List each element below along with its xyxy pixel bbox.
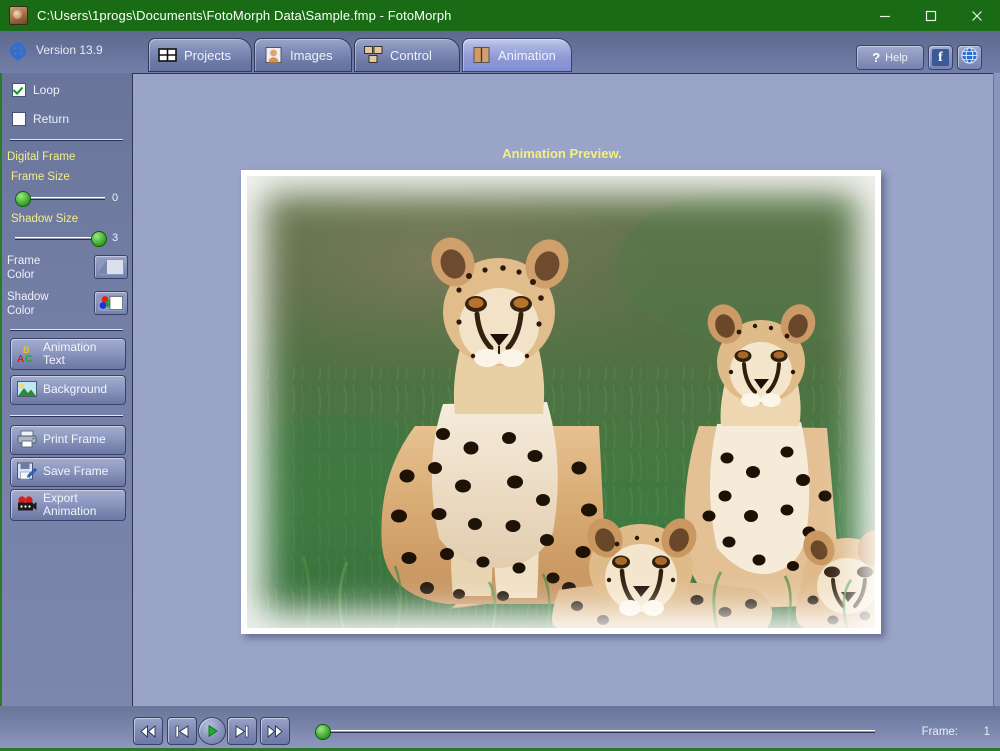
tab-label: Images <box>290 47 333 63</box>
export-animation-button[interactable]: Export Animation <box>10 489 126 521</box>
divider <box>10 415 123 417</box>
animation-split-icon <box>472 46 491 64</box>
shadow-color-swatch[interactable] <box>94 291 128 315</box>
shadow-color-label-line1: Shadow <box>7 291 49 303</box>
version-label: Version 13.9 <box>36 43 103 57</box>
preview-photo <box>247 176 875 628</box>
tab-label: Animation <box>498 47 556 63</box>
question-mark-icon: ? <box>872 50 881 65</box>
frame-slider[interactable] <box>315 724 875 740</box>
cub-right <box>795 530 875 628</box>
animation-text-button[interactable]: B A C Animation Text <box>10 338 126 370</box>
tab-label: Control <box>390 47 432 63</box>
frame-color-label-line2: Color <box>7 269 35 281</box>
abc-text-icon: B A C <box>17 344 37 365</box>
tab-images[interactable]: Images <box>254 38 352 72</box>
checkbox-box <box>12 83 26 97</box>
print-frame-button[interactable]: Print Frame <box>10 425 126 455</box>
frame-size-value: 0 <box>112 192 119 204</box>
cheetah-family-photo <box>247 176 875 628</box>
frame-size-slider[interactable] <box>15 191 105 207</box>
title-bar: C:\Users\1progs\Documents\FotoMorph Data… <box>0 0 1000 31</box>
tab-projects[interactable]: Projects <box>148 38 252 72</box>
button-label-line2: Text <box>43 353 66 367</box>
preview-photo-frame <box>241 170 881 634</box>
save-frame-button[interactable]: Save Frame <box>10 457 126 487</box>
slider-knob[interactable] <box>91 231 107 247</box>
website-button[interactable] <box>957 45 982 70</box>
play-button[interactable] <box>198 717 226 745</box>
button-label-line1: Export <box>43 490 78 505</box>
maximize-button[interactable] <box>908 0 954 31</box>
background-button[interactable]: Background <box>10 375 126 405</box>
left-sidebar: Loop Return Digital Frame Frame Size 0 S… <box>0 73 134 717</box>
svg-text:C: C <box>25 354 32 364</box>
shadow-size-slider[interactable] <box>15 231 107 247</box>
button-label: Save Frame <box>43 464 109 479</box>
help-button[interactable]: ? Help <box>856 45 924 70</box>
checkbox-label: Loop <box>33 83 60 97</box>
facebook-icon: f <box>932 49 949 66</box>
svg-text:A: A <box>17 354 24 364</box>
step-forward-icon <box>235 724 249 738</box>
button-label: Animation Text <box>43 339 97 368</box>
return-checkbox[interactable]: Return <box>12 112 69 126</box>
fotomorph-logo-icon <box>6 39 30 63</box>
divider <box>10 139 123 141</box>
frame-label: Frame: <box>921 726 958 738</box>
tab-control[interactable]: Control <box>354 38 460 72</box>
slider-track <box>315 730 875 733</box>
preview-title: Animation Preview. <box>502 146 622 161</box>
minimize-button[interactable] <box>862 0 908 31</box>
help-label: Help <box>885 51 908 64</box>
window-title: C:\Users\1progs\Documents\FotoMorph Data… <box>37 8 452 23</box>
frame-color-label-line1: Frame <box>7 255 41 267</box>
save-disk-icon <box>17 462 38 482</box>
step-back-icon <box>175 724 189 738</box>
globe-icon <box>961 46 978 69</box>
skip-to-end-button[interactable] <box>260 717 290 745</box>
play-icon <box>208 724 218 738</box>
section-title-digital-frame: Digital Frame <box>7 151 76 163</box>
divider <box>10 329 123 331</box>
button-label: Print Frame <box>43 432 106 447</box>
rewind-all-icon <box>140 724 156 738</box>
shadow-color-label-line2: Color <box>7 305 35 317</box>
frame-size-label: Frame Size <box>11 171 70 183</box>
close-button[interactable] <box>954 0 1000 31</box>
facebook-button[interactable]: f <box>928 45 953 70</box>
button-label: Export Animation <box>43 490 97 519</box>
app-photo-icon <box>9 6 28 25</box>
frame-value: 1 <box>983 726 990 738</box>
forward-all-icon <box>267 724 283 738</box>
landscape-icon <box>17 380 37 400</box>
button-label-line1: Animation <box>43 339 97 354</box>
frame-color-swatch[interactable] <box>94 255 128 279</box>
slider-knob[interactable] <box>15 191 31 207</box>
button-label: Background <box>43 382 108 397</box>
checkbox-label: Return <box>33 112 70 126</box>
tab-animation[interactable]: Animation <box>462 38 572 72</box>
fotomorph-window: C:\Users\1progs\Documents\FotoMorph Data… <box>0 0 1000 751</box>
previous-frame-button[interactable] <box>167 717 197 745</box>
loop-checkbox[interactable]: Loop <box>12 83 60 97</box>
next-frame-button[interactable] <box>227 717 257 745</box>
tab-label: Projects <box>184 47 231 63</box>
animation-preview-panel: Animation Preview. <box>132 73 993 707</box>
skip-to-start-button[interactable] <box>133 717 163 745</box>
shadow-size-label: Shadow Size <box>11 213 79 225</box>
printer-icon <box>17 430 37 450</box>
slider-knob[interactable] <box>315 724 331 740</box>
images-portrait-icon <box>264 46 283 64</box>
button-label-line2: Animation <box>43 504 97 518</box>
shadow-size-value: 3 <box>112 232 119 244</box>
film-camera-icon <box>17 495 37 515</box>
vertical-scrollbar[interactable] <box>993 73 1000 706</box>
control-frames-icon <box>364 46 383 64</box>
checkbox-box <box>12 112 26 126</box>
projects-grid-icon <box>158 46 177 64</box>
